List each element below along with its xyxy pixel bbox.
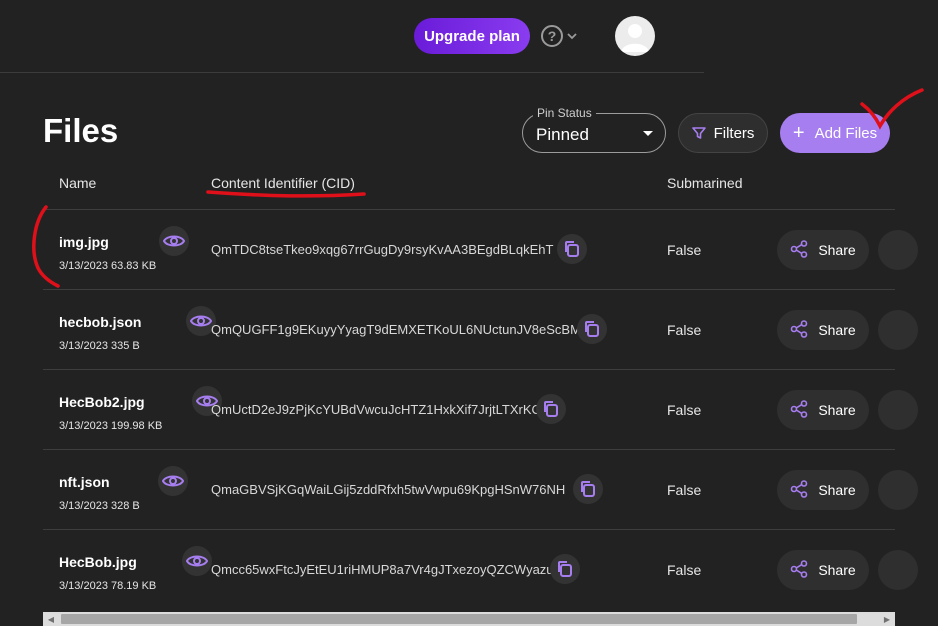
top-divider	[0, 72, 704, 73]
submarined-value: False	[667, 562, 702, 578]
submarined-value: False	[667, 322, 702, 338]
pin-status-value: Pinned	[536, 125, 589, 144]
share-icon	[790, 399, 808, 421]
share-button[interactable]: Share	[777, 390, 869, 430]
more-actions-button[interactable]	[878, 550, 918, 590]
more-actions-button[interactable]	[878, 470, 918, 510]
more-actions-button[interactable]	[878, 230, 918, 270]
file-name[interactable]: img.jpg	[59, 234, 109, 250]
share-button[interactable]: Share	[777, 470, 869, 510]
table-row[interactable]: img.jpg 3/13/2023 63.83 KB QmTDC8tseTkeo9x…	[43, 210, 918, 290]
copy-icon[interactable]	[557, 234, 587, 264]
scrollbar-thumb[interactable]	[61, 614, 857, 624]
pin-status-label: Pin Status	[533, 106, 596, 120]
eye-icon[interactable]	[182, 546, 212, 576]
help-menu[interactable]: ?	[541, 24, 577, 48]
more-actions-button[interactable]	[878, 390, 918, 430]
eye-icon[interactable]	[158, 466, 188, 496]
submarined-value: False	[667, 482, 702, 498]
copy-icon[interactable]	[536, 394, 566, 424]
share-icon	[790, 319, 808, 341]
submarined-value: False	[667, 402, 702, 418]
file-meta: 3/13/2023 63.83 KB	[59, 260, 157, 272]
filters-label: Filters	[713, 124, 755, 142]
share-button[interactable]: Share	[777, 310, 869, 350]
table-row[interactable]: hecbob.json 3/13/2023 335 B QmQUGFF1g9EKuy…	[43, 290, 918, 370]
plus-icon: +	[792, 122, 805, 144]
share-icon	[790, 239, 808, 261]
file-name[interactable]: nft.json	[59, 474, 110, 490]
scroll-left-icon[interactable]: ◀	[46, 614, 56, 624]
share-label: Share	[818, 322, 856, 338]
upgrade-plan-button[interactable]: Upgrade plan	[414, 18, 530, 54]
file-meta: 3/13/2023 78.19 KB	[59, 580, 157, 592]
share-button[interactable]: Share	[777, 230, 869, 270]
filters-button[interactable]: Filters	[678, 113, 768, 153]
share-label: Share	[818, 402, 856, 418]
dropdown-caret-icon	[643, 131, 653, 136]
share-label: Share	[818, 482, 856, 498]
eye-icon[interactable]	[159, 226, 189, 256]
file-name[interactable]: HecBob2.jpg	[59, 394, 145, 410]
share-label: Share	[818, 562, 856, 578]
horizontal-scrollbar[interactable]: ◀ ▶	[43, 612, 895, 626]
table-row[interactable]: nft.json 3/13/2023 328 B QmaGBVSjKGqWaiLGi…	[43, 450, 918, 530]
copy-icon[interactable]	[550, 554, 580, 584]
question-circle-icon[interactable]: ?	[541, 25, 563, 47]
column-header-cid[interactable]: Content Identifier (CID)	[211, 175, 355, 191]
file-meta: 3/13/2023 335 B	[59, 340, 140, 352]
cid-value: QmQUGFF1g9EKuyyYyagT9dEMXETKoUL6NUctunJV…	[211, 322, 581, 337]
cid-value: Qmcc65wxFtcJyEtEU1riHMUP8a7Vr4gJTxezoyQZ…	[211, 562, 554, 577]
column-header-name[interactable]: Name	[59, 175, 96, 191]
add-files-button[interactable]: + Add Files	[780, 113, 890, 153]
cid-value: QmUctD2eJ9zPjKcYUBdVwcuJcHTZ1HxkXif7Jrjt…	[211, 402, 541, 417]
avatar[interactable]	[615, 16, 655, 56]
chevron-down-icon[interactable]	[567, 32, 577, 40]
cid-value: QmTDC8tseTkeo9xqg67rrGugDy9rsyKvAA3BEgdB…	[211, 242, 554, 257]
copy-icon[interactable]	[573, 474, 603, 504]
share-button[interactable]: Share	[777, 550, 869, 590]
annotation-underline	[206, 190, 366, 198]
filter-icon	[691, 127, 706, 139]
top-bar: Upgrade plan ?	[0, 0, 938, 72]
table-row[interactable]: HecBob2.jpg 3/13/2023 199.98 KB QmUctD2eJ9…	[43, 370, 918, 450]
share-label: Share	[818, 242, 856, 258]
page-title: Files	[43, 112, 119, 149]
file-meta: 3/13/2023 328 B	[59, 500, 140, 512]
share-icon	[790, 559, 808, 581]
copy-icon[interactable]	[577, 314, 607, 344]
more-actions-button[interactable]	[878, 310, 918, 350]
pin-status-select[interactable]: Pin Status Pinned	[522, 106, 666, 153]
table-row[interactable]: HecBob.jpg 3/13/2023 78.19 KB Qmcc65wxFtcJ…	[43, 530, 918, 610]
file-name[interactable]: HecBob.jpg	[59, 554, 137, 570]
submarined-value: False	[667, 242, 702, 258]
file-meta: 3/13/2023 199.98 KB	[59, 420, 163, 432]
share-icon	[790, 479, 808, 501]
scroll-right-icon[interactable]: ▶	[882, 614, 892, 624]
add-files-label: Add Files	[814, 124, 878, 142]
cid-value: QmaGBVSjKGqWaiLGij5zddRfxh5twVwpu69KpgHS…	[211, 482, 566, 497]
user-avatar-icon	[621, 24, 649, 52]
file-name[interactable]: hecbob.json	[59, 314, 141, 330]
column-header-submarined[interactable]: Submarined	[667, 175, 743, 191]
